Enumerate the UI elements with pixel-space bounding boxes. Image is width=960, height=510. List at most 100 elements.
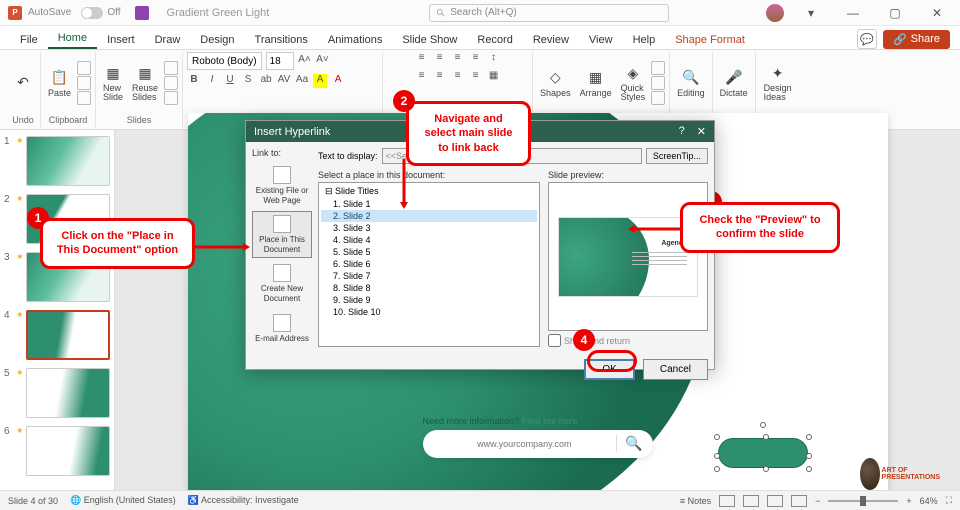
menu-transitions[interactable]: Transitions bbox=[245, 31, 318, 49]
align-right-icon[interactable]: ≡ bbox=[451, 70, 465, 84]
numbering-icon[interactable]: ≡ bbox=[433, 52, 447, 66]
linkopt-existing[interactable]: Existing File or Web Page bbox=[252, 162, 312, 209]
rotate-handle[interactable] bbox=[760, 422, 766, 428]
tree-item-7[interactable]: 7. Slide 7 bbox=[321, 270, 537, 282]
zoom-level[interactable]: 64% bbox=[920, 496, 938, 506]
cancel-button[interactable]: Cancel bbox=[643, 359, 708, 380]
document-name[interactable]: Gradient Green Light bbox=[167, 7, 270, 19]
indent-inc-icon[interactable]: ≡ bbox=[469, 52, 483, 66]
designideas-button[interactable]: ✦Design Ideas bbox=[761, 61, 795, 104]
resize-handle-e[interactable] bbox=[806, 453, 812, 459]
bullets-icon[interactable]: ≡ bbox=[415, 52, 429, 66]
menu-record[interactable]: Record bbox=[467, 31, 522, 49]
menu-insert[interactable]: Insert bbox=[97, 31, 145, 49]
cut-icon[interactable] bbox=[77, 61, 91, 75]
newslide-button[interactable]: ▦New Slide bbox=[100, 61, 126, 104]
zoom-in-icon[interactable]: + bbox=[906, 496, 911, 506]
slide-tree[interactable]: ⊟ Slide Titles 1. Slide 1 2. Slide 2 3. … bbox=[318, 182, 540, 347]
notes-button[interactable]: ≡ Notes bbox=[680, 496, 711, 506]
save-icon[interactable] bbox=[135, 6, 149, 20]
menu-home[interactable]: Home bbox=[48, 29, 97, 49]
align-left-icon[interactable]: ≡ bbox=[415, 70, 429, 84]
thumb-5[interactable]: 5★ bbox=[4, 368, 110, 418]
italic-button[interactable]: I bbox=[205, 74, 219, 88]
dictate-button[interactable]: 🎤Dictate bbox=[717, 66, 751, 100]
copy-icon[interactable] bbox=[77, 76, 91, 90]
menu-review[interactable]: Review bbox=[523, 31, 579, 49]
tree-item-2[interactable]: 2. Slide 2 bbox=[321, 210, 537, 222]
reading-view-icon[interactable] bbox=[767, 495, 783, 507]
fill-icon[interactable] bbox=[651, 61, 665, 75]
slide-counter[interactable]: Slide 4 of 30 bbox=[8, 496, 58, 506]
menu-view[interactable]: View bbox=[579, 31, 623, 49]
align-center-icon[interactable]: ≡ bbox=[433, 70, 447, 84]
resize-handle-nw[interactable] bbox=[714, 434, 720, 440]
thumb-4[interactable]: 4★ bbox=[4, 310, 110, 360]
strike-button[interactable]: S bbox=[241, 74, 255, 88]
comments-button[interactable]: 💬 bbox=[857, 29, 877, 49]
slide-search-input[interactable] bbox=[433, 439, 617, 449]
tree-item-4[interactable]: 4. Slide 4 bbox=[321, 234, 537, 246]
menu-draw[interactable]: Draw bbox=[145, 31, 191, 49]
tree-root[interactable]: ⊟ Slide Titles bbox=[321, 185, 537, 198]
menu-file[interactable]: File bbox=[10, 31, 48, 49]
sorter-view-icon[interactable] bbox=[743, 495, 759, 507]
zoom-out-icon[interactable]: − bbox=[815, 496, 820, 506]
normal-view-icon[interactable] bbox=[719, 495, 735, 507]
resize-handle-sw[interactable] bbox=[714, 466, 720, 472]
search-box[interactable]: Search (Alt+Q) bbox=[429, 4, 669, 22]
columns-icon[interactable]: ▦ bbox=[487, 70, 501, 84]
minimize-button[interactable]: — bbox=[838, 6, 868, 20]
show-return-check[interactable]: Show and return bbox=[548, 334, 708, 347]
undo-button[interactable]: ↶ bbox=[10, 71, 36, 95]
section-icon[interactable] bbox=[164, 91, 178, 105]
format-painter-icon[interactable] bbox=[77, 91, 91, 105]
magnify-icon[interactable]: 🔍 bbox=[616, 435, 642, 452]
language-status[interactable]: 🌐 English (United States) bbox=[70, 495, 176, 506]
reset-icon[interactable] bbox=[164, 76, 178, 90]
resize-handle-se[interactable] bbox=[806, 466, 812, 472]
tree-item-3[interactable]: 3. Slide 3 bbox=[321, 222, 537, 234]
close-button[interactable]: ✕ bbox=[922, 6, 952, 20]
case-button[interactable]: Aa bbox=[295, 74, 309, 88]
accessibility-status[interactable]: ♿ Accessibility: Investigate bbox=[188, 495, 299, 506]
increase-font-icon[interactable]: A˄ bbox=[298, 54, 312, 68]
menu-help[interactable]: Help bbox=[623, 31, 666, 49]
slide-search-link[interactable]: Find me here bbox=[522, 416, 578, 426]
font-name-select[interactable]: Roboto (Body) bbox=[187, 52, 261, 70]
show-return-checkbox[interactable] bbox=[548, 334, 561, 347]
thumb-6[interactable]: 6★ bbox=[4, 426, 110, 476]
tree-item-8[interactable]: 8. Slide 8 bbox=[321, 282, 537, 294]
dialog-close-icon[interactable]: ✕ bbox=[697, 125, 706, 138]
resize-handle-n[interactable] bbox=[763, 434, 769, 440]
align-justify-icon[interactable]: ≡ bbox=[469, 70, 483, 84]
menu-animations[interactable]: Animations bbox=[318, 31, 392, 49]
tree-item-9[interactable]: 9. Slide 9 bbox=[321, 294, 537, 306]
maximize-button[interactable]: ▢ bbox=[880, 6, 910, 20]
resize-handle-w[interactable] bbox=[714, 453, 720, 459]
selection-handles[interactable] bbox=[714, 434, 812, 472]
paste-button[interactable]: 📋Paste bbox=[45, 66, 74, 100]
indent-dec-icon[interactable]: ≡ bbox=[451, 52, 465, 66]
font-size-select[interactable]: 18 bbox=[266, 52, 294, 70]
menu-slideshow[interactable]: Slide Show bbox=[392, 31, 467, 49]
arrange-button[interactable]: ▦Arrange bbox=[577, 66, 615, 100]
highlight-button[interactable]: A bbox=[313, 74, 327, 88]
menu-design[interactable]: Design bbox=[190, 31, 244, 49]
layout-icon[interactable] bbox=[164, 61, 178, 75]
fit-window-icon[interactable]: ⛶ bbox=[946, 495, 952, 506]
effects-icon[interactable] bbox=[651, 91, 665, 105]
resize-handle-ne[interactable] bbox=[806, 434, 812, 440]
tree-item-5[interactable]: 5. Slide 5 bbox=[321, 246, 537, 258]
share-button[interactable]: 🔗 Share bbox=[883, 30, 950, 49]
user-avatar[interactable] bbox=[766, 4, 784, 22]
decrease-font-icon[interactable]: A˅ bbox=[316, 54, 330, 68]
outline-icon[interactable] bbox=[651, 76, 665, 90]
linkopt-email[interactable]: E-mail Address bbox=[252, 310, 312, 348]
fontcolor-button[interactable]: A bbox=[331, 74, 345, 88]
editing-button[interactable]: 🔍Editing bbox=[674, 66, 708, 100]
shapes-button[interactable]: ◇Shapes bbox=[537, 66, 574, 100]
ribbon-mode-icon[interactable]: ▾ bbox=[796, 6, 826, 20]
shadow-button[interactable]: ab bbox=[259, 74, 273, 88]
linespace-icon[interactable]: ↕ bbox=[487, 52, 501, 66]
